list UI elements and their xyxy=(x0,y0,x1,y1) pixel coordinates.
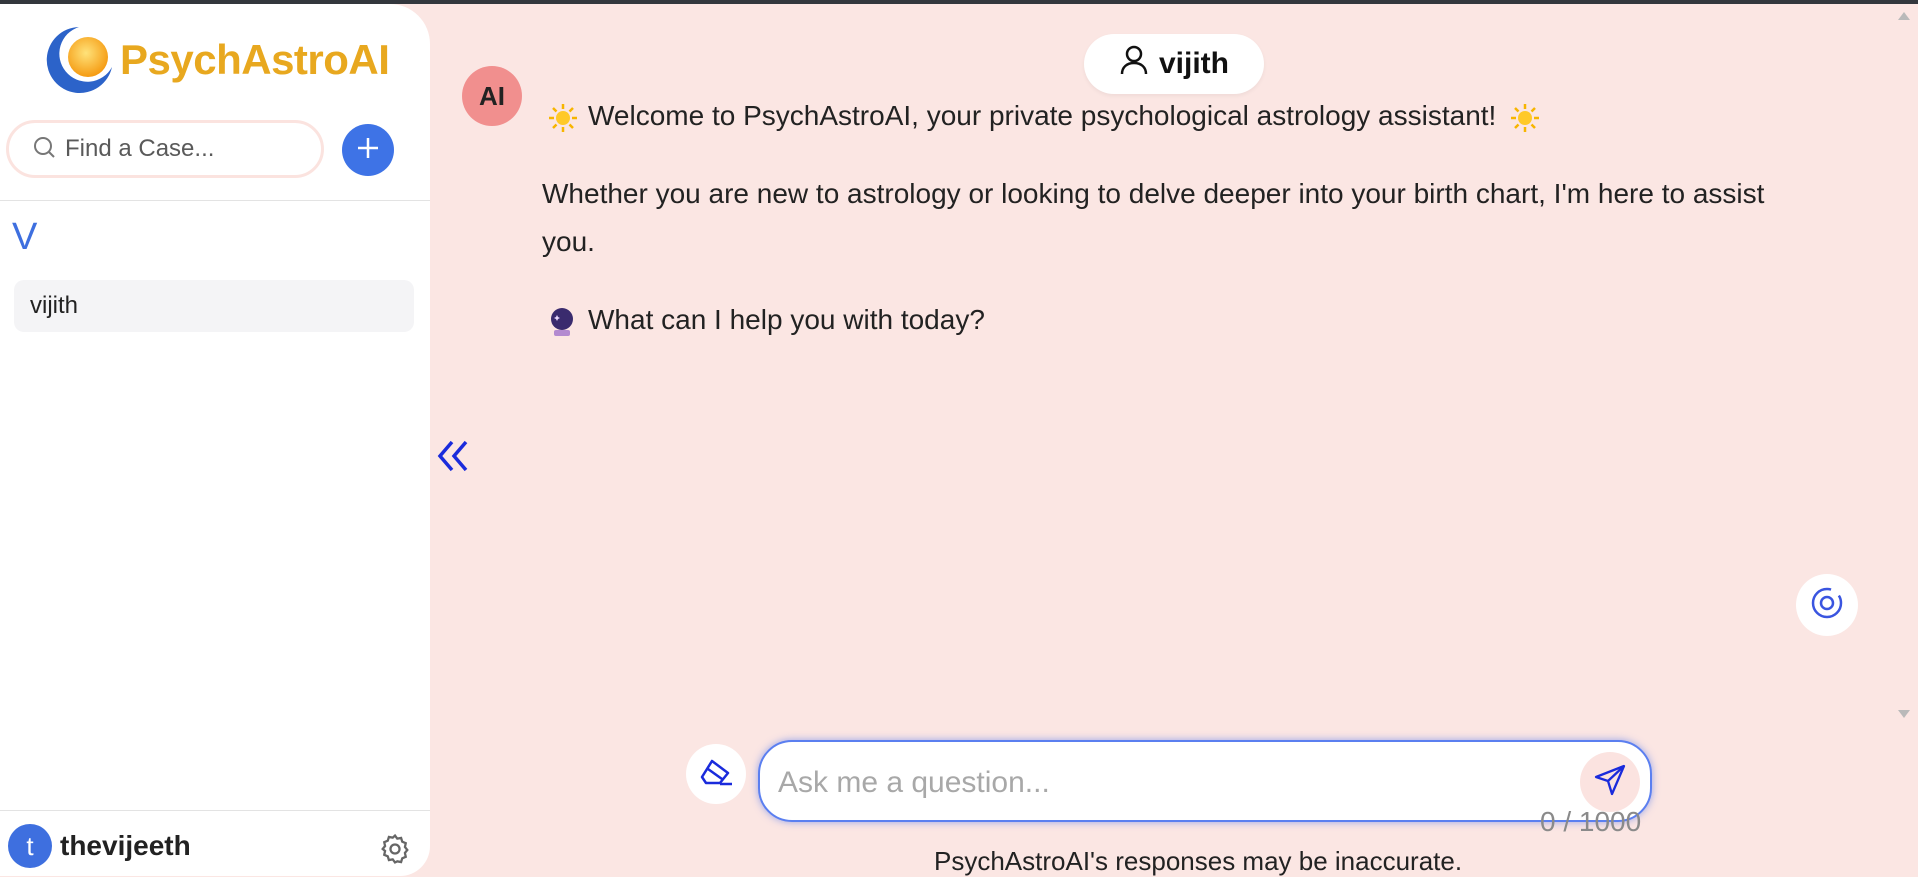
send-icon xyxy=(1593,763,1627,802)
account-name[interactable]: thevijeeth xyxy=(60,830,191,862)
target-icon xyxy=(1810,586,1844,625)
search-icon xyxy=(33,136,55,163)
case-item-vijith[interactable]: vijith xyxy=(14,280,414,332)
clear-chat-button[interactable] xyxy=(686,744,746,804)
welcome-text: Welcome to PsychAstroAI, your private ps… xyxy=(588,100,1497,131)
chat-composer xyxy=(758,740,1652,822)
disclaimer-text: PsychAstroAI's responses may be inaccura… xyxy=(934,846,1463,876)
scroll-down-arrow[interactable] xyxy=(1898,710,1910,718)
avatar[interactable]: t xyxy=(8,824,52,868)
user-icon xyxy=(1119,44,1149,84)
search-input[interactable] xyxy=(63,134,307,164)
chat-message-intro: Whether you are new to astrology or look… xyxy=(542,178,1765,257)
scroll-up-arrow[interactable] xyxy=(1898,12,1910,20)
sidebar-divider xyxy=(0,200,430,201)
send-button[interactable] xyxy=(1580,752,1640,812)
question-text: What can I help you with today? xyxy=(588,304,985,335)
sidebar-footer-divider xyxy=(0,810,430,811)
case-group-letter: V xyxy=(12,216,38,258)
case-item-label: vijith xyxy=(30,292,79,319)
sun-emoji-icon xyxy=(1510,100,1540,132)
chat-message-question: What can I help you with today? xyxy=(542,296,985,344)
crystal-ball-emoji-icon xyxy=(548,304,576,336)
scroll-to-bottom-button[interactable] xyxy=(1796,574,1858,636)
gear-icon[interactable] xyxy=(378,832,412,866)
logo-icon xyxy=(42,23,116,97)
brand-logo[interactable]: PsychAstroAI xyxy=(42,20,390,100)
double-chevron-left-icon xyxy=(436,440,472,480)
active-case-name: vijith xyxy=(1158,47,1229,80)
sidebar: PsychAstroAI V vijith t thevijeeth xyxy=(0,4,430,876)
sun-emoji-icon xyxy=(548,100,578,132)
plus-icon xyxy=(356,136,380,165)
assistant-avatar: AI xyxy=(462,66,522,126)
eraser-icon xyxy=(698,757,734,792)
character-counter: 0 / 1000 xyxy=(1540,806,1642,837)
collapse-sidebar-button[interactable] xyxy=(436,436,472,476)
question-input[interactable] xyxy=(776,764,1560,802)
brand-name: PsychAstroAI xyxy=(120,36,390,83)
case-search[interactable] xyxy=(6,120,324,178)
active-case-chip[interactable]: vijith xyxy=(1084,34,1264,94)
add-case-button[interactable] xyxy=(342,124,394,176)
chat-message-welcome: Welcome to PsychAstroAI, your private ps… xyxy=(542,92,1550,140)
